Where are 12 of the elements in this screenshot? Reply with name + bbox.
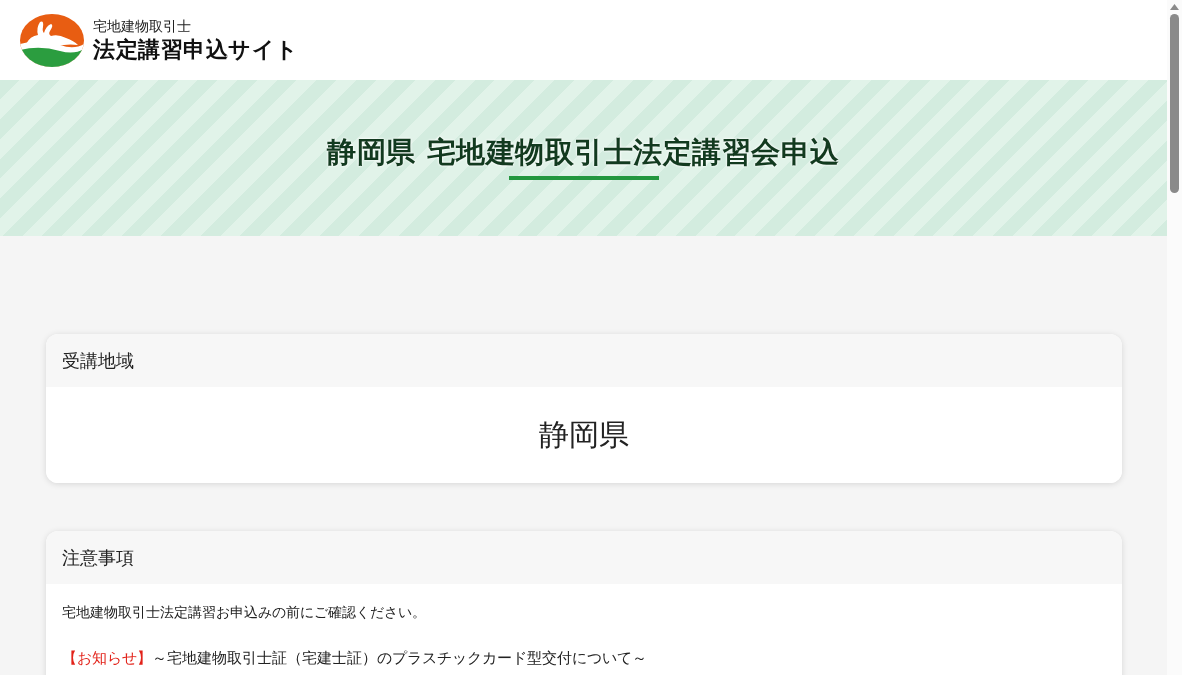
- site-subtitle: 宅地建物取引士: [93, 16, 192, 35]
- notice-label: 【お知らせ】: [62, 648, 152, 668]
- region-value: 静岡県: [539, 416, 629, 454]
- section-heading: 注意事項: [62, 545, 134, 570]
- scrollbar[interactable]: [1167, 0, 1182, 675]
- site-title: 法定講習申込サイト: [93, 35, 299, 64]
- notes-intro: 宅地建物取引士法定講習お申込みの前にご確認ください。: [62, 603, 427, 622]
- notice-title: ～宅地建物取引士証（宅建士証）のプラスチックカード型交付について～: [152, 648, 647, 668]
- scroll-up-arrow-icon[interactable]: [1170, 4, 1179, 10]
- page-heading: 静岡県 宅地建物取引士法定講習会申込: [327, 134, 840, 171]
- section-heading: 受講地域: [62, 348, 134, 373]
- scrollbar-thumb[interactable]: [1170, 14, 1179, 193]
